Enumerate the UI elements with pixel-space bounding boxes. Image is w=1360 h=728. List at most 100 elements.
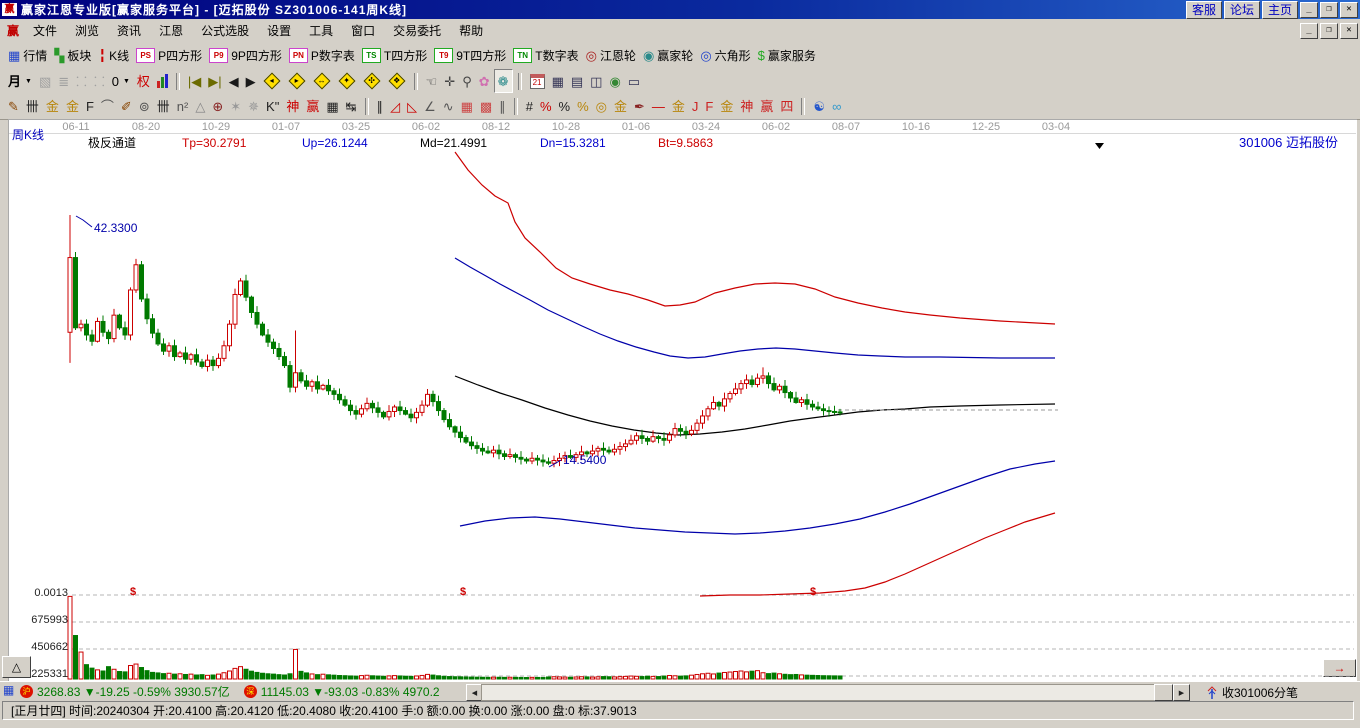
window-restore-button[interactable]: ❐ (1320, 1, 1338, 18)
zoom-tool-button[interactable]: ⚲ (459, 70, 475, 92)
flower-tool-button[interactable]: ✿ (476, 70, 493, 92)
small-kline-button[interactable]: ⸬ (73, 70, 90, 92)
shen-tool-button[interactable]: 神 (283, 96, 302, 118)
window-close-button[interactable]: ✕ (1340, 1, 1358, 18)
t-number-button[interactable]: TN T数字表 (510, 44, 581, 66)
gann-grid-button[interactable]: 卌 (23, 96, 42, 118)
price-grid-button[interactable]: ▦ (323, 96, 341, 118)
exrights-button[interactable]: 权 (134, 70, 153, 92)
menu-item-5[interactable]: 公式选股 (192, 19, 258, 42)
scale-dropdown-caret[interactable]: ▼ (123, 78, 130, 85)
period-month-dropdown-caret[interactable]: ▼ (25, 78, 32, 85)
p-square-button[interactable]: PS P四方形 (133, 44, 205, 66)
crosshair-button[interactable]: ✛ (441, 70, 458, 92)
f-grid-button[interactable]: F (83, 96, 97, 118)
gold-channel-button[interactable]: 金 (669, 96, 688, 118)
tick-feed-status[interactable]: 收301006分笔 (1206, 684, 1298, 701)
restore-zoom-button[interactable]: ❖ (385, 70, 409, 92)
child-window-close-button[interactable]: ✕ (1340, 22, 1358, 39)
red-channel-button[interactable]: ― (649, 96, 668, 118)
info-f10-button[interactable]: ≣ (55, 70, 72, 92)
gold-grid-button[interactable]: 金 (43, 96, 62, 118)
shrink-y-button[interactable]: ✦ (335, 70, 359, 92)
k-count-button[interactable]: K" (263, 96, 282, 118)
calendar-button[interactable]: 21 (527, 70, 548, 92)
brush-tool-button[interactable]: ✐ (118, 96, 135, 118)
first-page-button[interactable]: |◀ (185, 70, 204, 92)
f-angle-button[interactable]: F (702, 96, 716, 118)
ink-brush-button[interactable]: ✒ (631, 96, 648, 118)
next-page-button[interactable]: ▶ (243, 70, 259, 92)
red-grid-button[interactable]: ▦ (458, 96, 476, 118)
hexagon-button[interactable]: ◎ 六角形 (697, 44, 753, 66)
menu-item-4[interactable]: 江恩 (150, 19, 192, 42)
gold-grid2-button[interactable]: 金 (63, 96, 82, 118)
scale-dropdown[interactable]: 0 ▼ (109, 70, 133, 92)
export-web-button[interactable]: ◉ (606, 70, 623, 92)
menu-item-7[interactable]: 工具 (300, 19, 342, 42)
pattern-tool-button[interactable]: ❁ (493, 69, 513, 93)
9p-square-button[interactable]: P9 9P四方形 (206, 44, 285, 66)
fan-shape-button[interactable]: ◺ (404, 96, 420, 118)
gann-wheel-button[interactable]: ◎ 江恩轮 (583, 44, 639, 66)
drag-hand-button[interactable]: ☜ (423, 70, 441, 92)
gold-angle-button[interactable]: 金 (717, 96, 736, 118)
indicator-bars-button[interactable] (154, 70, 171, 92)
star-tool-button[interactable]: ✶ (227, 96, 244, 118)
scroll-right-button[interactable]: ▶ (1173, 684, 1190, 701)
time-grid-button[interactable]: 卌 (154, 96, 173, 118)
shrink-x-button[interactable]: ◂ (260, 70, 284, 92)
scroll-thumb[interactable] (1154, 684, 1173, 701)
cycle-circle-button[interactable]: ⊚ (136, 96, 153, 118)
red-grid2-button[interactable]: ▩ (477, 96, 495, 118)
intraday-chart-button[interactable]: ▧ (36, 70, 54, 92)
winner-service-button[interactable]: $ 赢家服务 (755, 44, 819, 66)
parallel-lines-button[interactable]: ∥ (496, 96, 509, 118)
kline-button[interactable]: ╏ K线 (95, 44, 132, 66)
calculator-button[interactable]: ▦ (549, 70, 567, 92)
zigzag-button[interactable]: ∿ (440, 96, 457, 118)
spiral-button[interactable]: ⌒ (98, 96, 117, 118)
winner-wheel-button[interactable]: ◉ 赢家轮 (640, 44, 696, 66)
gold-percent-button[interactable]: % (574, 96, 592, 118)
web-tool-button[interactable]: ✵ (245, 96, 262, 118)
quotes-button[interactable]: ▦ 行情 (5, 44, 50, 66)
grow-x-button[interactable]: ▸ (285, 70, 309, 92)
menu-item-9[interactable]: 交易委托 (384, 19, 450, 42)
window-minimize-button[interactable]: _ (1300, 1, 1318, 18)
gold-section-button[interactable]: 金 (611, 96, 630, 118)
prev-page-button[interactable]: ◀ (226, 70, 242, 92)
gold-circle-button[interactable]: ◎ (593, 96, 610, 118)
grow-y-button[interactable]: ✣ (360, 70, 384, 92)
menu-item-8[interactable]: 窗口 (342, 19, 384, 42)
t-square-button[interactable]: TS T四方形 (359, 44, 430, 66)
n-square-button[interactable]: n² (174, 96, 192, 118)
titlebar-link-2[interactable]: 论坛 (1223, 0, 1260, 19)
print-button[interactable]: ▭ (625, 70, 643, 92)
ying-tool-button[interactable]: 赢 (303, 96, 322, 118)
kline-chart-canvas[interactable] (8, 119, 1357, 682)
menu-item-3[interactable]: 资讯 (108, 19, 150, 42)
percent-retrace-button[interactable]: % (537, 96, 555, 118)
titlebar-link-3[interactable]: 主页 (1261, 0, 1298, 19)
titlebar-link-1[interactable]: 客服 (1185, 0, 1222, 19)
fit-width-button[interactable]: ↔ (310, 70, 334, 92)
menu-item-1[interactable]: 文件 (24, 19, 66, 42)
pen-tool-button[interactable]: ✎ (5, 96, 22, 118)
save-button[interactable]: ◫ (587, 70, 605, 92)
menu-item-10[interactable]: 帮助 (450, 19, 492, 42)
percent-button[interactable]: % (556, 96, 574, 118)
grid-view-icon[interactable]: ▦ (3, 683, 14, 697)
span-arrows-button[interactable]: ↹ (343, 96, 360, 118)
p-number-button[interactable]: PN P数字表 (286, 44, 358, 66)
expand-right-button[interactable]: → (1323, 659, 1356, 677)
ying-angle-button[interactable]: 赢 (757, 96, 776, 118)
taiji-button[interactable]: ☯ (810, 96, 828, 118)
angle-ruler-button[interactable]: △ (192, 96, 208, 118)
four-angle-button[interactable]: 四 (777, 96, 796, 118)
expand-volume-button[interactable]: △ (2, 656, 31, 678)
scroll-track[interactable] (481, 684, 1175, 701)
sectors-button[interactable]: ▚ 板块 (51, 44, 94, 66)
child-window-minimize-button[interactable]: _ (1300, 22, 1318, 39)
menu-item-2[interactable]: 浏览 (66, 19, 108, 42)
